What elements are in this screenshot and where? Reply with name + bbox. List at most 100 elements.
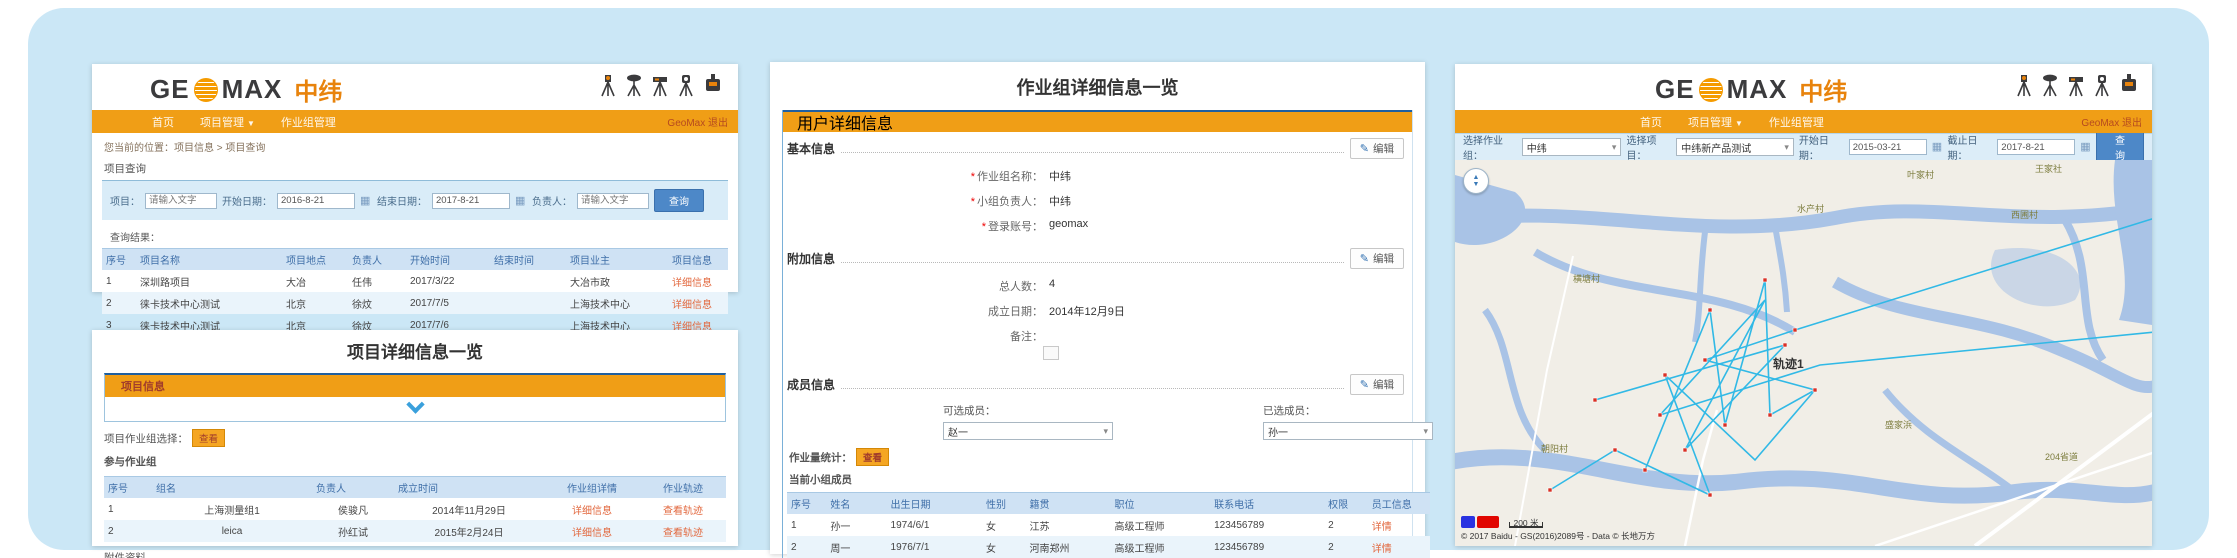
project-info-bar-label: 项目信息	[121, 378, 165, 394]
members-table: 序号姓名出生日期性别籍贯职位联系电话权限员工信息1孙一1974/6/1女江苏高级…	[787, 492, 1430, 558]
table-link[interactable]: 详情	[1372, 544, 1392, 555]
calendar-icon[interactable]: ▦	[515, 195, 527, 207]
main-nav: 首页 项目管理▼ 作业组管理 GeoMax 退出	[1455, 110, 2152, 133]
column-header: 组名	[152, 477, 312, 499]
logo-text-max: MAX	[1727, 74, 1788, 105]
selected-members-select[interactable]: 孙一▾	[1263, 422, 1433, 440]
edit-members-button[interactable]: ✎编辑	[1350, 374, 1404, 395]
table-link[interactable]: 查看轨迹	[663, 528, 703, 539]
required-asterisk: *	[971, 171, 975, 183]
map-viewport[interactable]: 轨迹1 叶家村 王家社 西圃村 水产村 横塘村 朝阳村 204省道 盛家浜 ▲ …	[1455, 160, 2152, 546]
calendar-icon[interactable]: ▦	[360, 195, 372, 207]
column-header: 序号	[104, 477, 152, 499]
members-section-header: 成员信息 ✎编辑	[787, 374, 1404, 395]
dotted-divider	[841, 255, 1344, 263]
logo-text-cn: 中纬	[1799, 72, 1847, 107]
edit-basic-button[interactable]: ✎编辑	[1350, 138, 1404, 159]
project-query-window: GE MAX 中纬 首页 项目管理▼ 作业组管理 GeoMax 退出 您当前的位…	[92, 64, 738, 292]
column-header: 职位	[1111, 493, 1211, 515]
column-header: 项目地点	[282, 249, 348, 271]
chevron-down-icon: ▾	[1423, 426, 1428, 437]
results-label: 查询结果：	[92, 220, 738, 248]
start-date-input[interactable]	[1849, 139, 1927, 155]
field-label: 总人数：	[903, 278, 1043, 294]
table-link[interactable]: 详细信息	[672, 300, 712, 311]
map-scale-bar: 200 米	[1509, 522, 1543, 528]
pencil-icon: ✎	[1360, 142, 1369, 155]
controller-icon	[702, 73, 724, 97]
controller-icon	[2118, 73, 2140, 97]
column-header: 出生日期	[887, 493, 982, 515]
theodolite-icon	[2092, 73, 2112, 97]
collapse-toggle[interactable]	[105, 397, 725, 421]
field-value: 2014年12月9日	[1049, 303, 1125, 319]
map-water-areas	[1455, 160, 2152, 325]
calendar-icon[interactable]: ▦	[1932, 141, 1943, 153]
logout-link[interactable]: GeoMax 退出	[667, 114, 728, 129]
project-select[interactable]: 中纬新产品测试▾	[1676, 138, 1794, 156]
gnss-receiver-icon	[624, 73, 644, 97]
end-date-input[interactable]	[432, 193, 510, 209]
field-label: *小组负责人：	[903, 193, 1043, 209]
instrument-icons	[598, 73, 724, 97]
field-value: geomax	[1049, 218, 1088, 234]
basic-info-section-header: 基本信息 ✎编辑	[787, 138, 1404, 159]
start-date-input[interactable]	[277, 193, 355, 209]
pan-up-icon: ▲	[1473, 174, 1480, 181]
map-place-label: 王家社	[2035, 163, 2062, 174]
track-map-window: GE MAX 中纬 首页 项目管理▼ 作业组管理 GeoMax 退出 选择作业组…	[1455, 64, 2152, 546]
globe-icon	[1699, 78, 1723, 102]
page-canvas: GE MAX 中纬 首页 项目管理▼ 作业组管理 GeoMax 退出 您当前的位…	[0, 0, 2237, 558]
owner-input[interactable]	[577, 193, 649, 209]
nav-home[interactable]: 首页	[152, 114, 174, 130]
level-instrument-icon	[650, 73, 670, 97]
workgroup-select[interactable]: 中纬▾	[1522, 138, 1622, 156]
column-header: 项目名称	[136, 249, 282, 271]
breadcrumb: 您当前的位置：项目信息 > 项目查询	[92, 133, 738, 154]
map-place-label: 叶家村	[1907, 169, 1934, 180]
table-link[interactable]: 详细信息	[572, 528, 612, 539]
field-row: 备注：	[903, 328, 1412, 344]
brand-header: GE MAX 中纬	[1455, 64, 2152, 110]
column-header: 开始时间	[406, 249, 490, 271]
column-header: 序号	[787, 493, 826, 515]
nav-project-management[interactable]: 项目管理▼	[1688, 114, 1743, 130]
brand-header: GE MAX 中纬	[92, 64, 738, 110]
level-instrument-icon	[2066, 73, 2086, 97]
project-filter-label: 选择项目：	[1626, 132, 1671, 162]
nav-workgroup-management[interactable]: 作业组管理	[281, 114, 336, 130]
user-detail-box: 用户详细信息 基本信息 ✎编辑 *作业组名称：中纬*小组负责人：中纬*登录账号：…	[782, 110, 1413, 558]
project-search-bar: 项目： 开始日期： ▦ 结束日期： ▦ 负责人： 查询	[102, 180, 728, 220]
workload-stats-row: 作业量统计：查看	[783, 440, 1412, 466]
view-stats-button[interactable]: 查看	[856, 448, 889, 466]
table-link[interactable]: 详情	[1372, 522, 1392, 533]
available-members-label: 可选成员：	[943, 403, 1113, 418]
table-row: 1上海测量组1侯骏凡2014年11月29日详细信息查看轨迹	[104, 498, 726, 520]
table-link[interactable]: 详细信息	[672, 278, 712, 289]
nav-home[interactable]: 首页	[1640, 114, 1662, 130]
map-canvas: 轨迹1 叶家村 王家社 西圃村 水产村 横塘村 朝阳村 204省道 盛家浜	[1455, 160, 2152, 546]
nav-workgroup-management[interactable]: 作业组管理	[1769, 114, 1824, 130]
current-members-label: 当前小组成员	[783, 466, 1412, 487]
track-filter-bar: 选择作业组： 中纬▾ 选择项目： 中纬新产品测试▾ 开始日期： ▦ 截止日期： …	[1455, 133, 2152, 160]
search-button[interactable]: 查询	[654, 189, 704, 212]
available-members-select[interactable]: 赵一▾	[943, 422, 1113, 440]
table-link[interactable]: 详细信息	[572, 506, 612, 517]
edit-extra-button[interactable]: ✎编辑	[1350, 248, 1404, 269]
nav-project-management[interactable]: 项目管理▼	[200, 114, 255, 130]
map-place-label: 盛家浜	[1885, 419, 1912, 430]
calendar-icon[interactable]: ▦	[2080, 141, 2091, 153]
end-date-input[interactable]	[1997, 139, 2075, 155]
workgroup-table: 序号组名负责人成立时间作业组详情作业轨迹1上海测量组1侯骏凡2014年11月29…	[104, 476, 726, 542]
column-header: 权限	[1324, 493, 1368, 515]
table-link[interactable]: 查看轨迹	[663, 506, 703, 517]
logout-link[interactable]: GeoMax 退出	[2081, 114, 2142, 129]
section-title: 项目查询	[92, 154, 738, 180]
view-button[interactable]: 查看	[192, 429, 225, 447]
column-header: 作业组详情	[544, 477, 640, 499]
map-pan-control[interactable]: ▲ ▼	[1463, 168, 1489, 194]
project-input[interactable]	[145, 193, 217, 209]
field-label: 备注：	[903, 328, 1043, 344]
logo-text-ge: GE	[150, 74, 190, 105]
remark-box[interactable]	[1043, 346, 1059, 360]
